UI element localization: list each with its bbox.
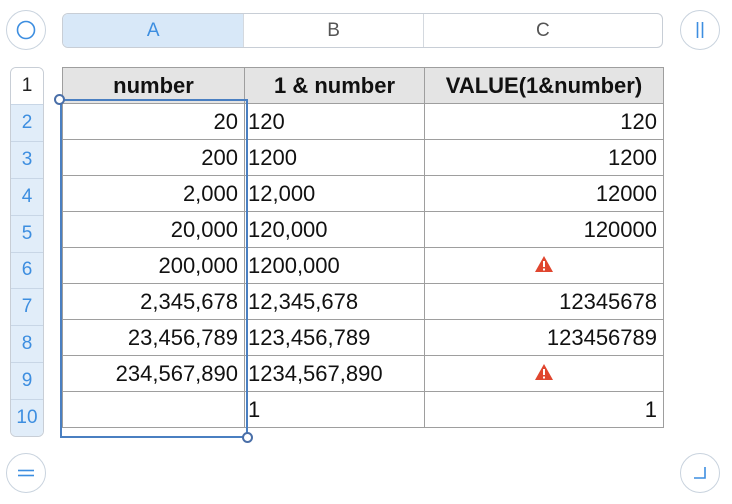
warning-triangle-icon[interactable]: [534, 363, 554, 381]
table-row: 234,567,890 1234,567,890: [62, 355, 664, 392]
row-header-4[interactable]: 4: [11, 177, 43, 215]
table-cell[interactable]: 2,000: [62, 175, 245, 212]
table-cell[interactable]: 20: [62, 103, 245, 140]
corner-icon: [694, 467, 706, 479]
column-header-bar: ABC: [62, 13, 663, 48]
row-header-1[interactable]: 1: [11, 68, 43, 104]
row-header-10[interactable]: 10: [11, 399, 43, 436]
column-header-a[interactable]: A: [63, 14, 245, 47]
header-cell[interactable]: 1 & number: [244, 67, 425, 104]
warning-triangle-icon[interactable]: [534, 255, 554, 273]
pause-bars-icon: [696, 22, 704, 38]
table-cell[interactable]: 200: [62, 139, 245, 176]
selection-handle-bottom-right[interactable]: [242, 432, 253, 443]
table-cell[interactable]: 12,345,678: [244, 283, 425, 320]
header-cell[interactable]: VALUE(1&number): [424, 67, 664, 104]
row-header-5[interactable]: 5: [11, 214, 43, 252]
row-header-7[interactable]: 7: [11, 288, 43, 326]
row-header-8[interactable]: 8: [11, 325, 43, 363]
table-row: 2,345,678 12,345,678 12345678: [62, 283, 664, 320]
table-row: 200,000 1200,000: [62, 247, 664, 284]
column-header-b[interactable]: B: [244, 14, 424, 47]
table-cell[interactable]: 12,000: [244, 175, 425, 212]
select-all-button[interactable]: [6, 10, 46, 50]
table-cell[interactable]: 1: [244, 391, 425, 428]
error-cell[interactable]: [424, 247, 664, 284]
row-header-2[interactable]: 2: [11, 103, 43, 141]
table-cell[interactable]: 1: [424, 391, 664, 428]
row-header-9[interactable]: 9: [11, 362, 43, 400]
table-cell[interactable]: 23,456,789: [62, 319, 245, 356]
selection-handle-top-left[interactable]: [54, 94, 65, 105]
table-row: 20 120 120: [62, 103, 664, 140]
table-cell[interactable]: 1234,567,890: [244, 355, 425, 392]
table-cell[interactable]: 200,000: [62, 247, 245, 284]
table-cell[interactable]: 120: [244, 103, 425, 140]
table-cell[interactable]: 234,567,890: [62, 355, 245, 392]
add-column-button[interactable]: [680, 10, 720, 50]
resize-table-button[interactable]: [680, 453, 720, 493]
equals-icon: [18, 469, 34, 477]
table-cell[interactable]: 1200,000: [244, 247, 425, 284]
table-row: 20,000 120,000 120000: [62, 211, 664, 248]
row-header-6[interactable]: 6: [11, 251, 43, 289]
row-header-bar: 1 2 3 4 5 6 7 8 9 10: [10, 67, 44, 437]
table-cell[interactable]: 120: [424, 103, 664, 140]
table-row: 23,456,789 123,456,789 123456789: [62, 319, 664, 356]
add-row-button[interactable]: [6, 453, 46, 493]
table-cell[interactable]: 123,456,789: [244, 319, 425, 356]
header-row: number 1 & number VALUE(1&number): [62, 67, 664, 104]
table-row: 2,000 12,000 12000: [62, 175, 664, 212]
column-header-c[interactable]: C: [424, 14, 662, 47]
circle-icon: [16, 20, 36, 40]
table-cell[interactable]: 120000: [424, 211, 664, 248]
table-cell[interactable]: 1200: [424, 139, 664, 176]
row-header-3[interactable]: 3: [11, 140, 43, 178]
table-row: 200 1200 1200: [62, 139, 664, 176]
table-cell[interactable]: 1200: [244, 139, 425, 176]
spreadsheet-table: number 1 & number VALUE(1&number) 20 120 120 2…: [62, 67, 664, 428]
header-cell[interactable]: number: [62, 67, 245, 104]
table-cell[interactable]: [62, 391, 245, 428]
table-cell[interactable]: 20,000: [62, 211, 245, 248]
table-row: 11: [62, 391, 664, 428]
table-cell[interactable]: 12000: [424, 175, 664, 212]
table-cell[interactable]: 123456789: [424, 319, 664, 356]
table-cell[interactable]: 2,345,678: [62, 283, 245, 320]
table-cell[interactable]: 120,000: [244, 211, 425, 248]
table-cell[interactable]: 12345678: [424, 283, 664, 320]
error-cell[interactable]: [424, 355, 664, 392]
